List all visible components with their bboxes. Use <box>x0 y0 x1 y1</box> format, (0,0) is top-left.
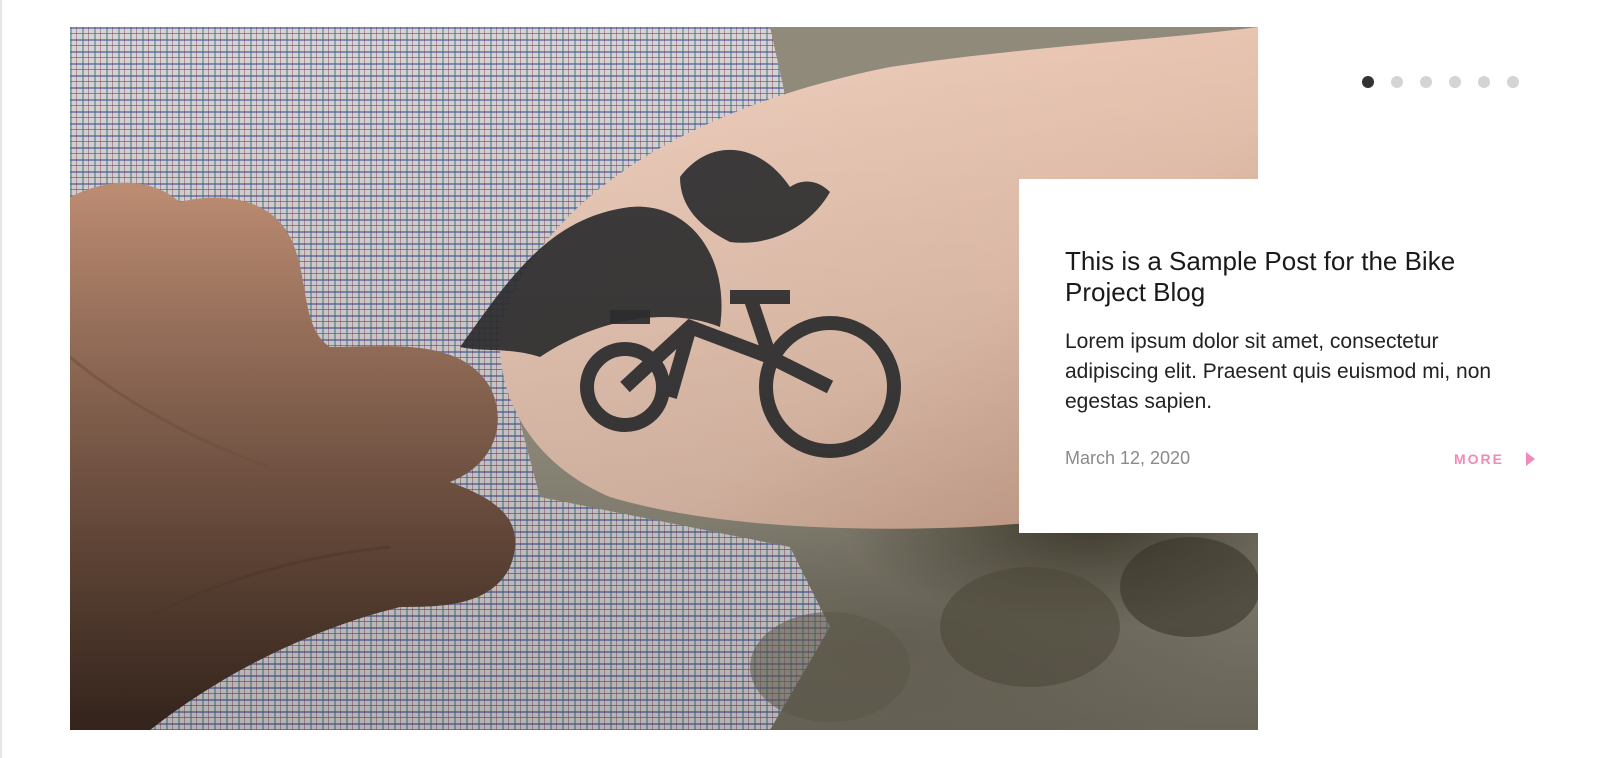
carousel-dot-6[interactable] <box>1507 76 1519 88</box>
caret-right-icon <box>1526 452 1535 466</box>
post-title[interactable]: This is a Sample Post for the Bike Proje… <box>1065 246 1505 308</box>
post-excerpt: Lorem ipsum dolor sit amet, consectetur … <box>1065 330 1492 413</box>
carousel-dot-2[interactable] <box>1391 76 1403 88</box>
carousel-dot-3[interactable] <box>1420 76 1432 88</box>
carousel-pagination <box>1362 76 1519 88</box>
carousel-dot-4[interactable] <box>1449 76 1461 88</box>
page-left-border <box>0 0 2 758</box>
post-date: March 12, 2020 <box>1065 448 1191 468</box>
post-meta: March 12, 2020 MORE <box>1065 448 1535 469</box>
carousel-dot-5[interactable] <box>1478 76 1490 88</box>
carousel-dot-1[interactable] <box>1362 76 1374 88</box>
post-card: This is a Sample Post for the Bike Proje… <box>1019 179 1579 533</box>
more-label: MORE <box>1454 450 1504 467</box>
more-link[interactable]: MORE <box>1454 451 1535 467</box>
